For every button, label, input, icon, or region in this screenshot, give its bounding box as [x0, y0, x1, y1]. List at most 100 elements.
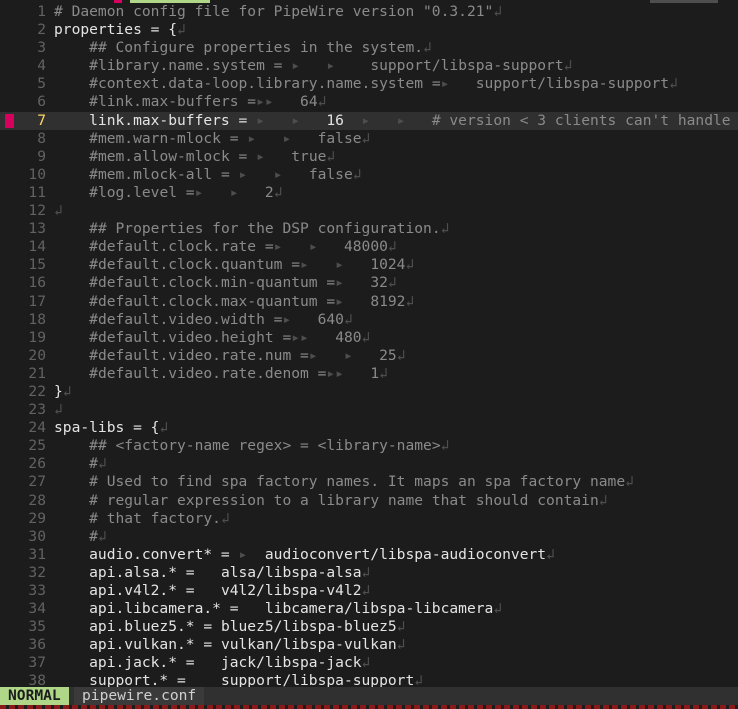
whitespace-marker: ↲ — [273, 183, 283, 201]
code-line[interactable]: 32 api.alsa.* = alsa/libspa-alsa↲ — [0, 564, 738, 582]
code-line[interactable]: 21 #default.video.rate.denom =▸▸ 1↲ — [0, 365, 738, 383]
line-text: #↲ — [54, 455, 738, 473]
code-line[interactable]: 16 #default.clock.min-quantum =▸ 32↲ — [0, 274, 738, 292]
code-buffer[interactable]: 1 # Daemon config file for PipeWire versi… — [0, 3, 738, 691]
line-text: #default.video.rate.denom =▸▸ 1↲ — [54, 365, 738, 383]
comment-token: 25 — [379, 346, 397, 364]
whitespace-marker: ↲ — [54, 202, 63, 220]
code-line[interactable]: 37 api.jack.* = jack/libspa-jack↲ — [0, 654, 738, 672]
line-number: 33 — [28, 582, 46, 599]
comment-token: #default.video.rate.num = — [89, 346, 309, 364]
line-text: #link.max-buffers =▸▸ 64↲ — [54, 93, 738, 111]
code-line[interactable]: 20 #default.video.rate.num =▸ ▸ 25↲ — [0, 347, 738, 365]
line-number: 29 — [28, 509, 46, 527]
line-number: 35 — [28, 618, 46, 636]
code-line[interactable]: 6 #link.max-buffers =▸▸ 64↲ — [0, 93, 738, 111]
whitespace-marker: ↲ — [343, 310, 353, 328]
code-line[interactable]: 14 #default.clock.rate =▸ ▸ 48000↲ — [0, 238, 738, 256]
code-line[interactable]: 22}↲ — [0, 383, 738, 401]
command-line[interactable] — [0, 705, 738, 709]
line-text: #default.video.height =▸▸ 480↲ — [54, 329, 738, 347]
code-line[interactable]: 26 #↲ — [0, 455, 738, 473]
line-number: 11 — [28, 183, 46, 201]
code-line[interactable]: 33 api.v4l2.* = v4l2/libspa-v4l2↲ — [0, 582, 738, 600]
whitespace-marker: ▸ ▸ — [308, 346, 380, 364]
comment-token: false — [308, 165, 353, 183]
whitespace-marker: ↲ — [546, 545, 555, 563]
whitespace-marker: ▸ ▸ — [194, 183, 265, 201]
code-line[interactable]: 5 #context.data-loop.library.name.system… — [0, 75, 738, 93]
code-token: api.vulkan.* = — [54, 636, 221, 654]
line-number: 5 — [37, 75, 46, 93]
code-line[interactable]: 19 #default.video.height =▸▸ 480↲ — [0, 329, 738, 347]
whitespace-marker: ↲ — [396, 636, 406, 654]
line-number: 18 — [28, 310, 46, 328]
line-text: # Daemon config file for PipeWire versio… — [54, 3, 738, 21]
line-text: #context.data-loop.library.name.system =… — [54, 75, 738, 93]
vim-editor-window[interactable]: 1 # Daemon config file for PipeWire versi… — [0, 0, 738, 709]
code-line[interactable]: 35 api.bluez5.* = bluez5/libspa-bluez5↲ — [0, 618, 738, 636]
code-line[interactable]: 25 ## <factory-name regex> = <library-na… — [0, 437, 738, 455]
code-line[interactable]: 10 #mem.mlock-all = ▸ ▸ false↲ — [0, 166, 738, 184]
line-number: 9 — [37, 147, 46, 165]
code-line[interactable]: 23 ↲ — [0, 401, 738, 419]
whitespace-marker: ↲ — [493, 600, 503, 618]
comment-token: # — [89, 527, 98, 545]
code-line[interactable]: 9 #mem.allow-mlock = ▸ true↲ — [0, 148, 738, 166]
line-text: # regular expression to a library name t… — [54, 492, 738, 510]
code-line[interactable]: 24 spa-libs = {↲ — [0, 419, 738, 437]
whitespace-marker: ↲ — [361, 654, 371, 672]
code-token: v4l2/libspa-v4l2 — [220, 582, 362, 599]
code-line[interactable]: 12 ↲ — [0, 202, 738, 220]
code-line[interactable]: 17 #default.clock.max-quantum =▸ 8192↲ — [0, 293, 738, 311]
code-line[interactable]: 11 #log.level =▸ ▸ 2↲ — [0, 184, 738, 202]
code-line[interactable]: 13 ## Properties for the DSP configurati… — [0, 220, 738, 238]
whitespace-marker: ↲ — [396, 618, 406, 636]
whitespace-marker: ↲ — [625, 473, 634, 491]
code-line[interactable]: 3 ## Configure properties in the system.… — [0, 39, 738, 57]
code-line[interactable]: 8 #mem.warn-mlock = ▸ ▸ false↲ — [0, 130, 738, 148]
code-line[interactable]: 31 audio.convert* = ▸ audioconvert/libsp… — [0, 546, 738, 564]
line-number: 31 — [28, 545, 46, 563]
code-token: api.alsa.* = — [54, 563, 221, 581]
comment-token: 640 — [317, 310, 344, 328]
code-line[interactable]: 7 link.max-buffers = ▸ ▸ 16 ▸ ▸ # versio… — [0, 111, 738, 130]
line-number: 12 — [28, 202, 46, 220]
code-line[interactable]: 18 #default.video.width =▸ 640↲ — [0, 311, 738, 329]
code-line[interactable]: 1 # Daemon config file for PipeWire versi… — [0, 3, 738, 21]
comment-token: 8192 — [370, 292, 406, 310]
code-line[interactable]: 36 api.vulkan.* = vulkan/libspa-vulkan↲ — [0, 636, 738, 654]
code-line[interactable]: 30 #↲ — [0, 528, 738, 546]
line-text: audio.convert* = ▸ audioconvert/libspa-a… — [54, 546, 738, 564]
code-line[interactable]: 4 #library.name.system = ▸ ▸ support/lib… — [0, 57, 738, 75]
line-text: api.bluez5.* = bluez5/libspa-bluez5↲ — [54, 618, 738, 636]
line-text: api.jack.* = jack/libspa-jack↲ — [54, 654, 738, 672]
code-line[interactable]: 27 # Used to find spa factory names. It … — [0, 473, 738, 491]
filename-label[interactable]: pipewire.conf — [74, 687, 205, 705]
code-line[interactable]: 28 # regular expression to a library nam… — [0, 492, 738, 510]
comment-token: 1024 — [370, 256, 406, 274]
whitespace-marker: ↲ — [493, 3, 503, 20]
whitespace-marker: ▸ ▸ — [300, 256, 371, 274]
code-line[interactable]: 2 properties = {↲ — [0, 21, 738, 39]
comment-token: #default.video.width = — [89, 310, 283, 328]
comment-token: # — [89, 455, 98, 473]
whitespace-marker: ▸ ▸ — [273, 238, 344, 256]
comment-token: support/libspa-support — [370, 57, 564, 75]
code-line[interactable]: 34 api.libcamera.* = libcamera/libspa-li… — [0, 600, 738, 618]
whitespace-marker: ↲ — [361, 563, 371, 581]
code-token: api.bluez5.* = — [54, 618, 221, 636]
code-line[interactable]: 29 # that factory.↲ — [0, 510, 738, 528]
code-line[interactable]: 15 #default.clock.quantum =▸ ▸ 1024↲ — [0, 256, 738, 274]
comment-token: true — [291, 147, 327, 165]
whitespace-marker: ↲ — [423, 39, 432, 57]
line-text: #default.clock.max-quantum =▸ 8192↲ — [54, 293, 738, 311]
